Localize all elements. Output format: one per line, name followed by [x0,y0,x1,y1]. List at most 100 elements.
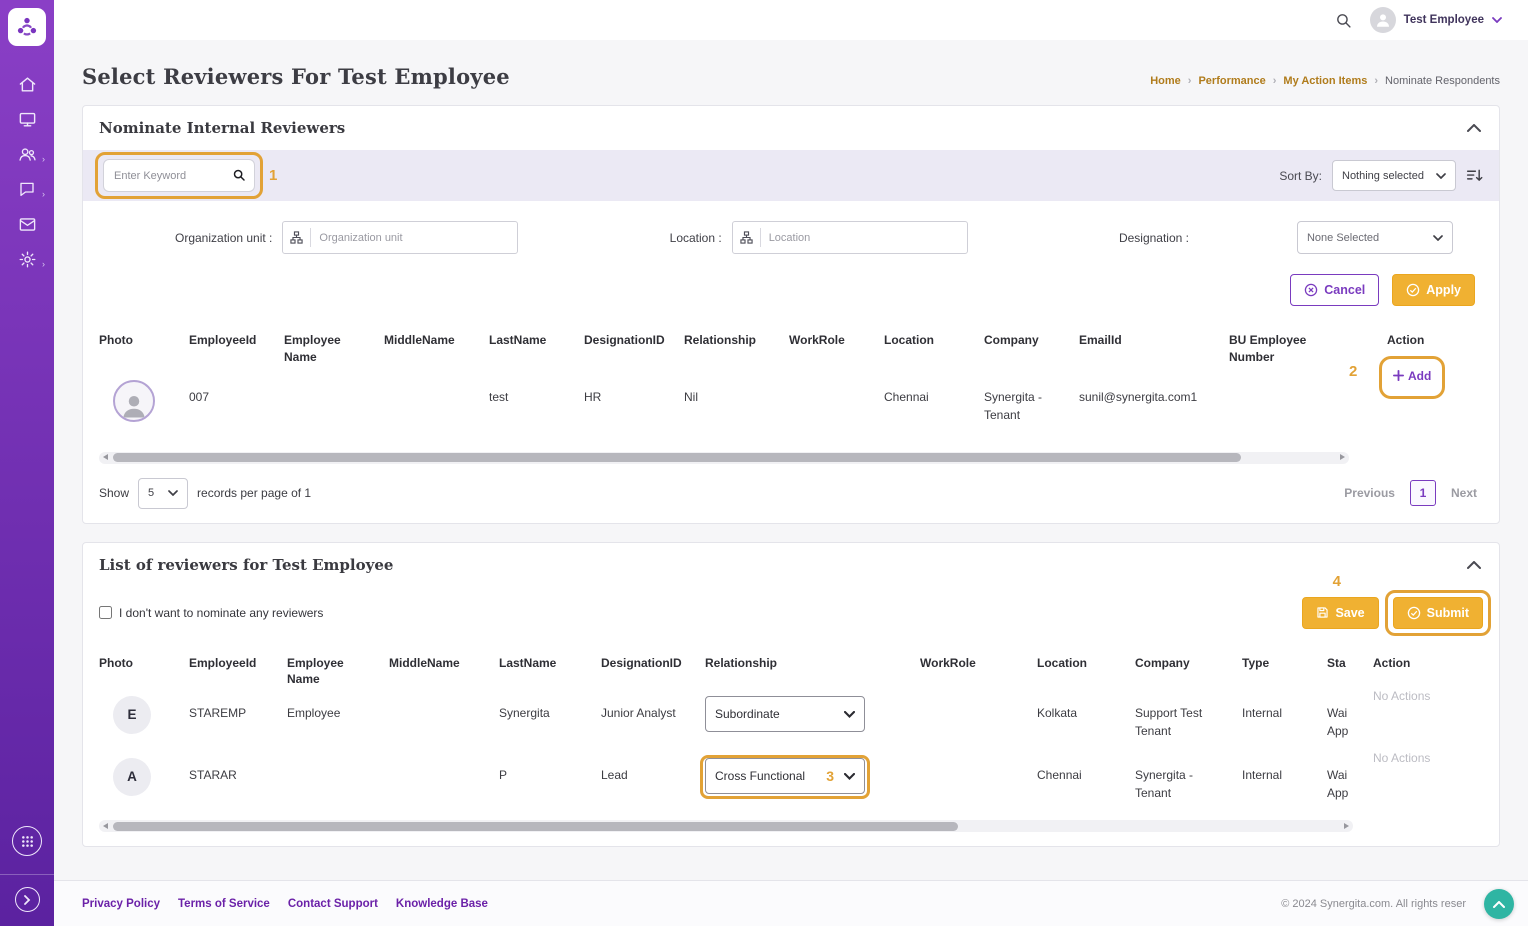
breadcrumb-current: Nominate Respondents [1385,75,1500,87]
sidebar-item-dashboard[interactable] [16,109,38,129]
annotation-number-4: 4 [1332,572,1341,590]
cell-relationship: Nil [684,389,698,404]
sidebar-item-messages[interactable] [16,214,38,234]
scroll-left-arrow[interactable] [103,822,108,829]
scroll-right-arrow[interactable] [1344,822,1349,829]
sidebar-item-expand[interactable] [14,887,40,912]
no-reviewers-label: I don't want to nominate any reviewers [119,605,324,620]
cell-employee-id: STARAR [189,768,237,783]
scroll-to-top-button[interactable] [1484,889,1514,919]
cancel-button[interactable]: Cancel [1290,274,1380,306]
org-hierarchy-icon [283,228,312,247]
records-per-page-select[interactable]: 5 [138,477,189,509]
gear-icon [19,251,35,267]
column-header: EmployeeId [189,655,257,670]
annotation-number-1: 1 [269,167,278,184]
plus-icon [1393,370,1404,382]
apply-button[interactable]: Apply [1392,274,1475,306]
sort-order-icon[interactable] [1466,167,1483,184]
relationship-value: Subordinate [715,707,780,722]
location-filter[interactable] [731,221,968,254]
copyright-text: © 2024 Synergita.com. All rights reser [1281,897,1466,910]
sidebar-item-apps[interactable] [12,826,42,856]
column-header: DesignationID [601,655,682,670]
apply-label: Apply [1426,283,1461,297]
submit-label: Submit [1426,605,1469,620]
save-button[interactable]: Save [1302,596,1379,629]
column-header: Relationship [705,655,778,670]
column-header: Company [984,333,1039,347]
scroll-right-arrow[interactable] [1340,454,1345,461]
cell-type: Internal [1242,768,1283,783]
relationship-select[interactable]: Cross Functional 3 [705,758,865,795]
sidebar-item-home[interactable] [16,74,38,94]
breadcrumb-performance[interactable]: Performance [1198,75,1265,87]
column-header: EmailId [1079,333,1122,347]
scrollbar-thumb[interactable] [113,453,1241,463]
scroll-left-arrow[interactable] [103,454,108,461]
sidebar-item-feedback[interactable] [16,179,45,199]
horizontal-scrollbar[interactable] [99,451,1349,464]
cell-last-name: P [499,768,508,783]
chevron-down-icon [844,710,855,718]
breadcrumb-my-action-items[interactable]: My Action Items [1283,75,1367,87]
column-header: MiddleName [389,655,460,670]
sidebar-item-people[interactable] [16,144,45,164]
keyword-search-icon[interactable] [232,168,246,182]
cell-designation-id: HR [584,389,602,404]
search-band: 1 Sort By: Nothing selected [83,150,1499,201]
footer-link-terms[interactable]: Terms of Service [178,898,270,910]
save-floppy-icon [1317,607,1329,618]
cell-email-id: sunil@synergita.com1 [1079,389,1198,404]
cell-employee-id: STAREMP [189,706,247,721]
relationship-select[interactable]: Subordinate [705,696,865,733]
location-input[interactable] [760,231,967,244]
footer-link-contact[interactable]: Contact Support [288,898,378,910]
footer-link-knowledge[interactable]: Knowledge Base [396,898,488,910]
sidebar-item-settings[interactable] [16,249,45,269]
user-menu[interactable]: Test Employee [1369,7,1502,33]
horizontal-scrollbar[interactable] [99,820,1353,833]
next-page-button[interactable]: Next [1445,482,1483,504]
previous-page-button[interactable]: Previous [1338,482,1401,504]
search-icon[interactable] [1335,12,1352,29]
cell-company: Synergita - Tenant [1135,768,1194,801]
collapse-up-icon[interactable] [1465,122,1483,134]
column-header: WorkRole [920,655,976,670]
cell-middle-name [389,756,499,766]
chevron-up-icon [1493,900,1505,908]
table-row: 007 test HR Nil Chennai Synergita - Tena… [99,372,1349,450]
sidebar-nav [16,74,45,269]
action-column: Action Add 2 [1349,318,1483,464]
add-label: Add [1408,368,1432,383]
cell-location: Chennai [1037,768,1082,783]
sort-by-select[interactable]: Nothing selected [1332,160,1456,191]
monitor-icon [19,112,35,127]
save-label: Save [1335,605,1365,620]
home-icon [19,76,35,92]
reviewers-controls: I don't want to nominate any reviewers S… [83,573,1499,641]
column-header: Location [1037,655,1087,670]
page-content: Select Reviewers For Test Employee Home … [54,40,1528,880]
apps-grid-icon [21,835,33,847]
page-number-1[interactable]: 1 [1409,480,1436,507]
collapse-up-icon[interactable] [1465,559,1483,571]
scrollbar-thumb[interactable] [113,821,958,831]
no-reviewers-checkbox[interactable] [99,606,112,620]
check-circle-icon [1407,606,1420,619]
submit-button[interactable]: Submit [1392,596,1483,629]
org-unit-input[interactable] [311,231,518,244]
footer-link-privacy[interactable]: Privacy Policy [82,898,160,910]
reviewers-table: Photo EmployeeId Employee Name MiddleNam… [83,641,1499,833]
no-actions-text: No Actions [1373,751,1431,766]
app-logo[interactable] [8,8,46,46]
breadcrumb-separator [1374,75,1378,87]
column-header-action: Action [1387,333,1425,347]
sidebar-bottom [0,826,54,926]
add-reviewer-button[interactable]: Add [1393,369,1431,383]
card-title-nominate: Nominate Internal Reviewers [99,119,346,137]
breadcrumb-home[interactable]: Home [1150,75,1181,87]
designation-select[interactable]: None Selected [1296,221,1453,254]
column-header-status-clipped: Sta [1327,655,1346,670]
org-unit-filter[interactable] [282,221,519,254]
